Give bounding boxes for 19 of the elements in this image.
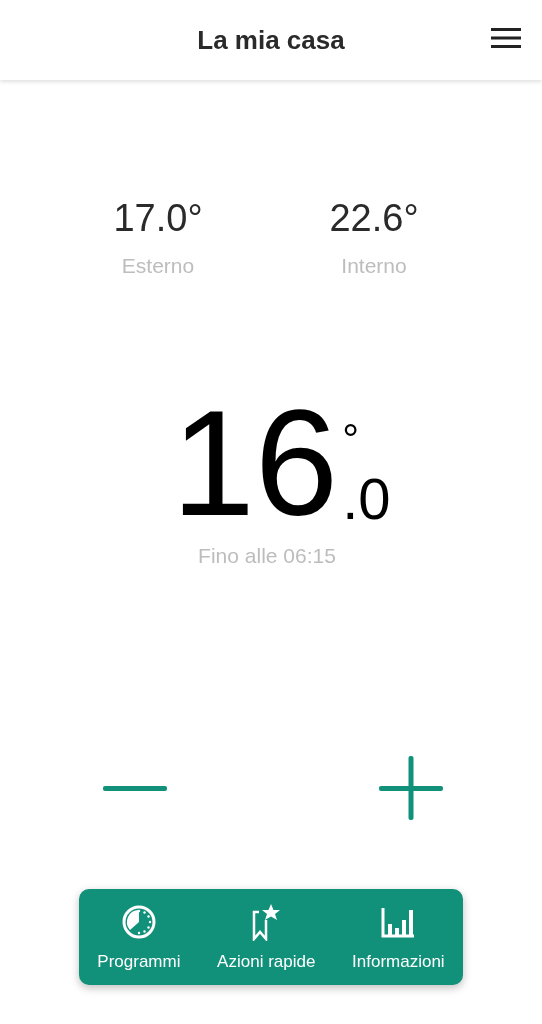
temperature-value: 22.6° [329,197,419,240]
bookmark-star-icon [251,903,282,941]
temperature-label: Esterno [121,254,195,278]
nav-item[interactable]: Programmi [97,902,181,972]
degree-unit: ° [342,420,360,460]
page-title: La mia casa [197,24,345,56]
plus-icon [376,753,446,823]
nav-item[interactable]: Informazioni [352,902,445,972]
setpoint-value: 16 [171,398,339,528]
temperature-value: 17.0° [113,197,203,240]
bar-chart-icon [380,906,417,938]
minus-icon [103,785,167,791]
increase-button[interactable] [376,753,446,823]
until-time: Fino alle 06:15 [197,544,337,568]
setpoint-decimal: .0 [342,470,391,528]
temperature-label: Interno [341,254,407,278]
menu-button[interactable] [490,26,522,50]
nav-item[interactable]: Azioni rapide [217,902,316,972]
clock-icon [120,904,157,940]
